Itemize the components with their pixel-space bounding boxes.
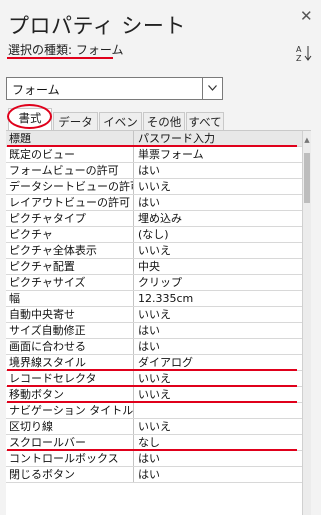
property-name: ピクチャ全体表示 xyxy=(6,243,134,258)
property-name: コントロールボックス xyxy=(6,451,134,466)
annotation-underline xyxy=(7,401,297,403)
property-name: 既定のビュー xyxy=(6,147,134,162)
annotation-underline xyxy=(7,369,297,371)
property-row[interactable]: 自動中央寄せ いいえ xyxy=(6,307,302,323)
property-value[interactable]: はい xyxy=(134,339,302,354)
property-row[interactable]: データシートビューの許可 いいえ xyxy=(6,179,302,195)
annotation-underline xyxy=(7,145,297,147)
property-name: 区切り線 xyxy=(6,419,134,434)
property-row[interactable]: コントロールボックス はい xyxy=(6,451,302,467)
sort-az-icon[interactable]: A Z xyxy=(296,44,312,63)
property-tabs: 書式データイベントその他すべて xyxy=(6,108,316,147)
property-row[interactable]: ピクチャ (なし) xyxy=(6,227,302,243)
property-value[interactable]: ダイアログ xyxy=(134,355,302,370)
object-selector-combo[interactable]: フォーム xyxy=(6,77,223,100)
property-row[interactable]: レイアウトビューの許可 はい xyxy=(6,195,302,211)
property-name: ナビゲーション タイトル xyxy=(6,403,134,418)
annotation-underline xyxy=(7,449,297,451)
property-row[interactable]: 幅 12.335cm xyxy=(6,291,302,307)
property-name: ピクチャ配置 xyxy=(6,259,134,274)
property-row[interactable]: 画面に合わせる はい xyxy=(6,339,302,355)
svg-text:A: A xyxy=(296,45,302,54)
property-value[interactable]: はい xyxy=(134,195,302,210)
scrollbar-thumb[interactable] xyxy=(304,153,310,203)
property-value[interactable]: パスワード入力 xyxy=(134,131,302,146)
property-name: 標題 xyxy=(6,131,134,146)
property-name: サイズ自動修正 xyxy=(6,323,134,338)
property-name: 自動中央寄せ xyxy=(6,307,134,322)
property-row[interactable]: 閉じるボタン はい xyxy=(6,467,302,483)
property-value[interactable]: (なし) xyxy=(134,227,302,242)
property-row[interactable]: ピクチャ全体表示 いいえ xyxy=(6,243,302,259)
property-row[interactable]: ナビゲーション タイトル xyxy=(6,403,302,419)
property-grid: ▲ 標題 パスワード入力 既定のビュー 単票フォーム フォームビューの許可 はい データシー… xyxy=(6,130,311,515)
property-row[interactable]: 区切り線 いいえ xyxy=(6,419,302,435)
tab-4[interactable]: すべて xyxy=(186,112,224,130)
tab-2[interactable]: イベント xyxy=(99,112,142,147)
property-value[interactable]: いいえ xyxy=(134,179,302,194)
property-value[interactable]: クリップ xyxy=(134,275,302,290)
property-value[interactable]: いいえ xyxy=(134,387,302,402)
property-name: 移動ボタン xyxy=(6,387,134,402)
tab-0[interactable]: 書式 xyxy=(8,108,52,130)
property-value[interactable]: いいえ xyxy=(134,243,302,258)
property-value[interactable]: 埋め込み xyxy=(134,211,302,226)
tab-3[interactable]: その他 xyxy=(143,112,185,130)
property-value[interactable]: 12.335cm xyxy=(134,291,302,306)
property-name: データシートビューの許可 xyxy=(6,179,134,194)
property-name: フォームビューの許可 xyxy=(6,163,134,178)
property-name: ピクチャサイズ xyxy=(6,275,134,290)
property-name: レイアウトビューの許可 xyxy=(6,195,134,210)
property-scrollbar[interactable]: ▲ xyxy=(302,131,311,515)
object-selector-value: フォーム xyxy=(12,83,60,97)
property-name: 境界線スタイル xyxy=(6,355,134,370)
property-name: ピクチャタイプ xyxy=(6,211,134,226)
property-row[interactable]: ピクチャタイプ 埋め込み xyxy=(6,211,302,227)
property-value[interactable]: いいえ xyxy=(134,307,302,322)
property-value[interactable]: 単票フォーム xyxy=(134,147,302,162)
property-name: レコードセレクタ xyxy=(6,371,134,386)
property-name: スクロールバー xyxy=(6,435,134,450)
property-value[interactable]: なし xyxy=(134,435,302,450)
property-row[interactable]: 既定のビュー 単票フォーム xyxy=(6,147,302,163)
selection-type-label: 選択の種類: フォーム xyxy=(8,43,124,57)
property-row[interactable]: サイズ自動修正 はい xyxy=(6,323,302,339)
property-row[interactable]: ピクチャ配置 中央 xyxy=(6,259,302,275)
property-name: 幅 xyxy=(6,291,134,306)
property-value[interactable]: いいえ xyxy=(134,371,302,386)
combo-dropdown-button[interactable] xyxy=(202,78,222,99)
close-icon[interactable]: ✕ xyxy=(300,7,313,25)
svg-text:Z: Z xyxy=(296,54,302,62)
property-value[interactable]: いいえ xyxy=(134,419,302,434)
scroll-up-icon[interactable]: ▲ xyxy=(303,135,311,145)
property-row[interactable]: フォームビューの許可 はい xyxy=(6,163,302,179)
tab-1[interactable]: データ xyxy=(53,112,98,130)
property-value[interactable] xyxy=(134,403,302,418)
property-name: 閉じるボタン xyxy=(6,467,134,482)
property-value[interactable]: はい xyxy=(134,163,302,178)
property-row[interactable]: ピクチャサイズ クリップ xyxy=(6,275,302,291)
property-name: 画面に合わせる xyxy=(6,339,134,354)
annotation-underline xyxy=(7,385,297,387)
property-value[interactable]: はい xyxy=(134,451,302,466)
selection-underline xyxy=(7,57,113,59)
panel-title: プロパティ シート xyxy=(8,14,186,38)
property-name: ピクチャ xyxy=(6,227,134,242)
chevron-down-icon xyxy=(208,85,217,91)
property-value[interactable]: はい xyxy=(134,467,302,482)
property-value[interactable]: 中央 xyxy=(134,259,302,274)
property-value[interactable]: はい xyxy=(134,323,302,338)
